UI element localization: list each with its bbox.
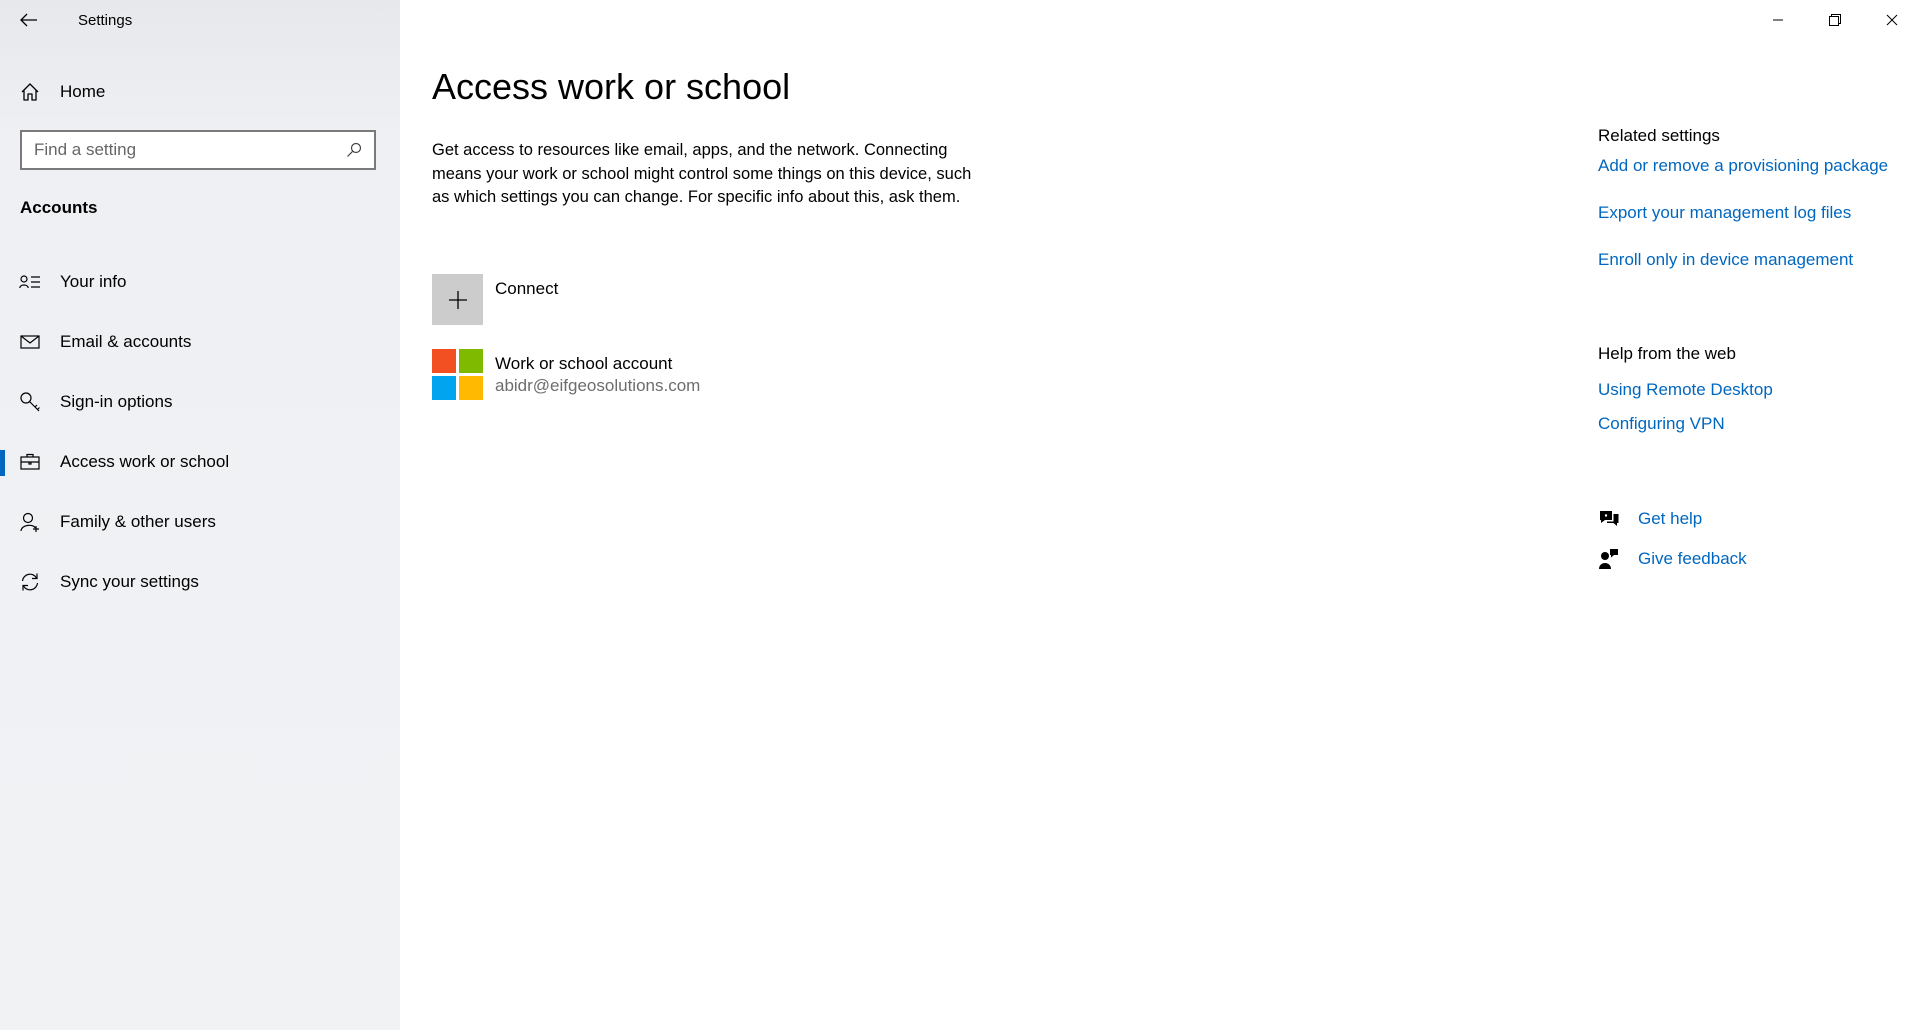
nav-your-info[interactable]: Your info bbox=[0, 262, 400, 302]
contact-card-icon bbox=[19, 271, 41, 293]
microsoft-logo-icon bbox=[432, 349, 483, 400]
search-input[interactable] bbox=[22, 131, 344, 169]
restore-button[interactable] bbox=[1806, 0, 1863, 40]
title-bar: Settings bbox=[0, 0, 400, 40]
home-icon bbox=[19, 81, 41, 103]
related-settings: Related settings Add or remove a provisi… bbox=[1598, 126, 1918, 297]
page-description: Get access to resources like email, apps… bbox=[432, 141, 972, 206]
back-button[interactable] bbox=[0, 0, 58, 40]
settings-window: Settings Home Accounts bbox=[0, 0, 1920, 1030]
logo-green-square bbox=[459, 349, 483, 373]
connect-label: Connect bbox=[495, 279, 559, 298]
plus-icon bbox=[432, 274, 483, 325]
nav-home-label: Home bbox=[60, 82, 106, 101]
sync-icon bbox=[19, 571, 41, 593]
page-title: Access work or school bbox=[432, 66, 791, 107]
window-controls bbox=[1749, 0, 1920, 40]
person-add-icon bbox=[19, 511, 41, 533]
nav-sync-settings[interactable]: Sync your settings bbox=[0, 562, 400, 602]
nav-email-accounts[interactable]: Email & accounts bbox=[0, 322, 400, 362]
nav-sign-in-options[interactable]: Sign-in options bbox=[0, 382, 400, 422]
give-feedback-item[interactable]: Give feedback bbox=[1598, 545, 1918, 573]
logo-red-square bbox=[432, 349, 456, 373]
nav-label: Access work or school bbox=[60, 452, 230, 471]
nav-label: Sync your settings bbox=[60, 572, 199, 591]
briefcase-icon bbox=[19, 451, 41, 473]
minimize-button[interactable] bbox=[1749, 0, 1806, 40]
help-from-web: Help from the web Using Remote Desktop C… bbox=[1598, 344, 1918, 448]
search-box bbox=[20, 130, 376, 170]
connect-button[interactable]: Connect bbox=[432, 274, 558, 325]
logo-blue-square bbox=[432, 376, 456, 400]
account-name: Work or school account bbox=[495, 354, 673, 373]
nav-access-work-school[interactable]: Access work or school bbox=[0, 442, 400, 482]
search-icon[interactable] bbox=[344, 140, 364, 160]
chat-help-icon bbox=[1598, 508, 1620, 530]
link-remote-desktop[interactable]: Using Remote Desktop bbox=[1598, 380, 1918, 400]
nav-label: Your info bbox=[60, 272, 127, 291]
nav-list: Your info Email & accounts Sign-in optio… bbox=[0, 262, 400, 622]
get-help-item[interactable]: Get help bbox=[1598, 505, 1918, 533]
sidebar: Settings Home Accounts bbox=[0, 0, 400, 1030]
give-feedback-link[interactable]: Give feedback bbox=[1638, 549, 1747, 569]
key-icon bbox=[19, 391, 41, 413]
minimize-icon bbox=[1772, 19, 1783, 21]
account-email: abidr@eifgeosolutions.com bbox=[495, 376, 701, 395]
link-configuring-vpn[interactable]: Configuring VPN bbox=[1598, 414, 1918, 434]
logo-yellow-square bbox=[459, 376, 483, 400]
help-web-heading: Help from the web bbox=[1598, 344, 1736, 363]
nav-home[interactable]: Home bbox=[0, 72, 400, 112]
mail-icon bbox=[19, 331, 41, 353]
work-account-item[interactable]: Work or school account abidr@eifgeosolut… bbox=[432, 349, 700, 400]
nav-family-users[interactable]: Family & other users bbox=[0, 502, 400, 542]
support-links: Get help Give feedback bbox=[1598, 505, 1918, 585]
link-export-management-log[interactable]: Export your management log files bbox=[1598, 203, 1918, 223]
nav-label: Family & other users bbox=[60, 512, 216, 531]
get-help-link[interactable]: Get help bbox=[1638, 509, 1702, 529]
close-icon bbox=[1886, 14, 1897, 26]
related-settings-heading: Related settings bbox=[1598, 126, 1720, 145]
link-enroll-device-management[interactable]: Enroll only in device management bbox=[1598, 250, 1918, 270]
restore-icon bbox=[1828, 14, 1841, 26]
feedback-icon bbox=[1598, 548, 1620, 570]
section-heading: Accounts bbox=[20, 198, 98, 217]
nav-label: Email & accounts bbox=[60, 332, 192, 351]
back-arrow-icon bbox=[20, 13, 37, 27]
link-provisioning-package[interactable]: Add or remove a provisioning package bbox=[1598, 156, 1918, 176]
nav-label: Sign-in options bbox=[60, 392, 173, 411]
close-button[interactable] bbox=[1863, 0, 1920, 40]
account-text: Work or school account abidr@eifgeosolut… bbox=[495, 354, 700, 396]
app-title: Settings bbox=[78, 11, 133, 29]
